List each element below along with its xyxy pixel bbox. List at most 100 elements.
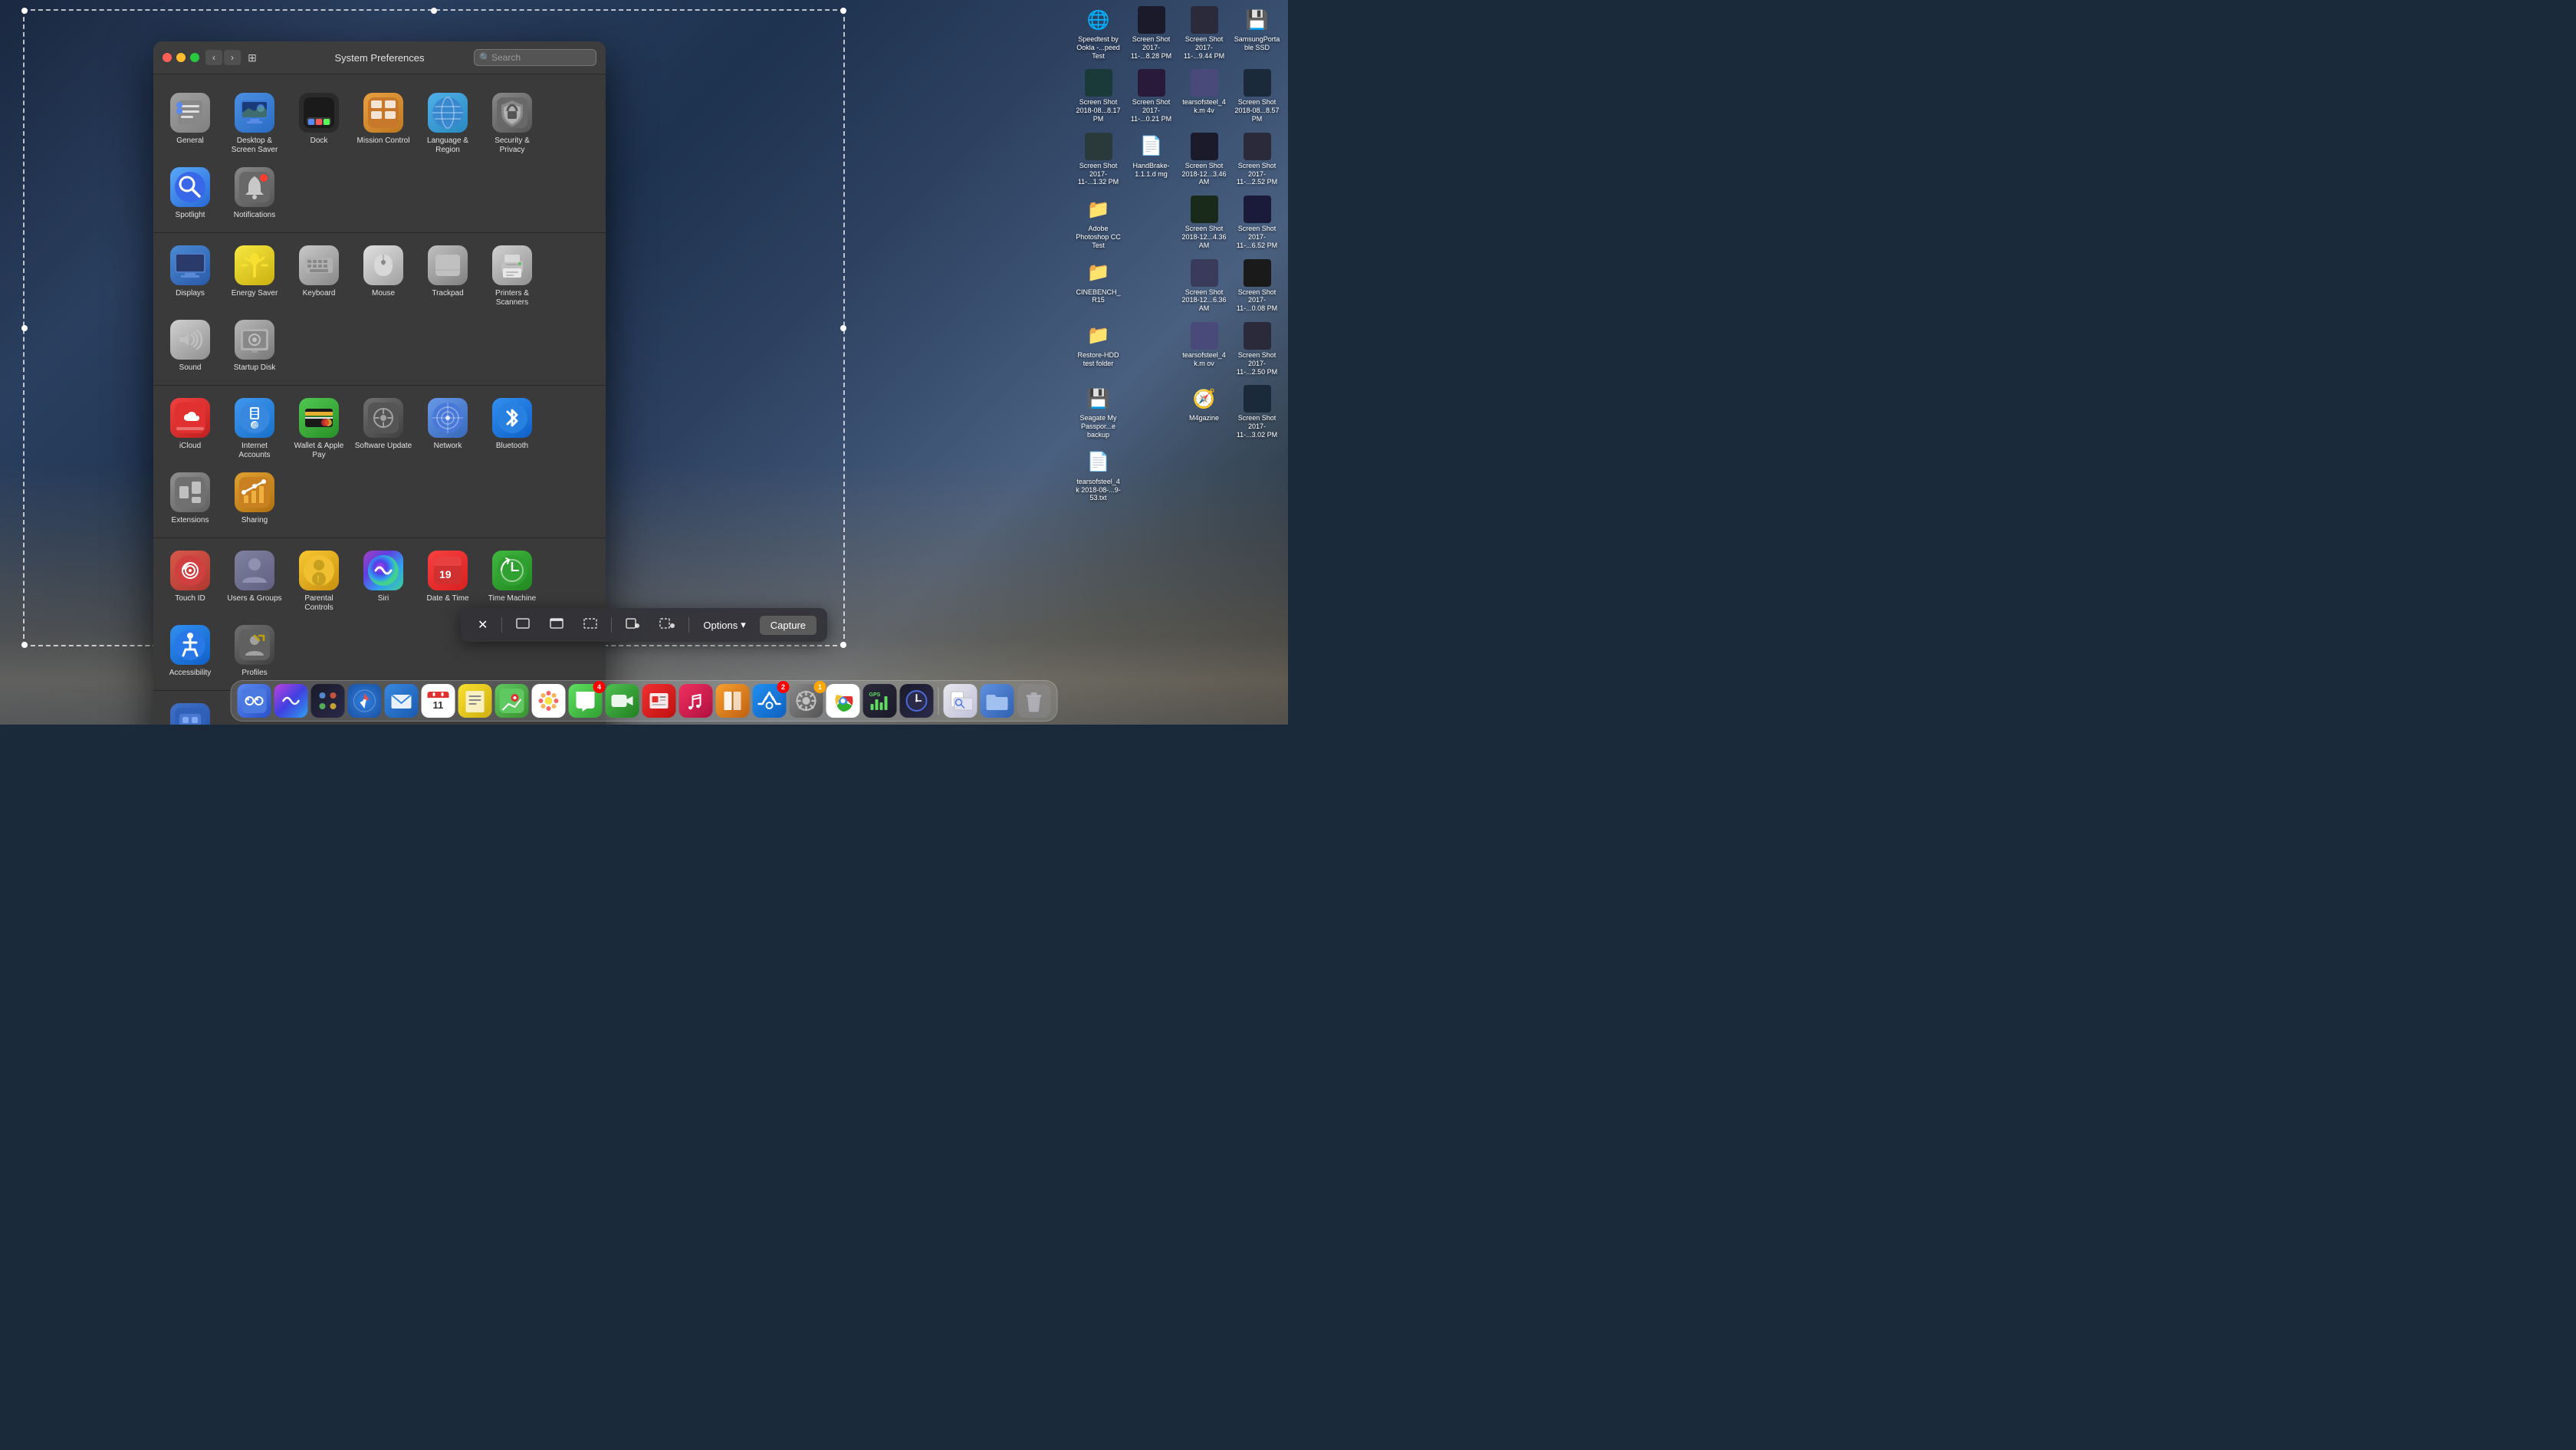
capture-screen-record-button[interactable]	[619, 615, 646, 636]
dock-item-music[interactable]	[679, 684, 713, 718]
list-item[interactable]: 📄 HandBrake-1.1.1.d mg	[1126, 130, 1176, 189]
pref-profiles[interactable]: Profiles	[222, 619, 287, 684]
dock-item-clock[interactable]	[900, 684, 934, 718]
pref-energy[interactable]: Energy Saver	[222, 239, 287, 314]
list-item[interactable]: Screen Shot 2018-12...4.36 AM	[1179, 192, 1229, 252]
selection-handle-bl[interactable]	[21, 642, 28, 648]
pref-displays[interactable]: Displays	[158, 239, 222, 314]
list-item[interactable]: 📁 Restore-HDD test folder	[1073, 319, 1123, 379]
dock-item-notes[interactable]	[458, 684, 492, 718]
dock-item-finder[interactable]	[238, 684, 271, 718]
pref-keyboard[interactable]: Keyboard	[287, 239, 351, 314]
dock-item-facetime[interactable]	[606, 684, 639, 718]
pref-siri[interactable]: Siri	[351, 544, 416, 619]
dock-item-preview[interactable]	[944, 684, 978, 718]
pref-general[interactable]: General	[158, 87, 222, 161]
dock-item-mail[interactable]	[385, 684, 419, 718]
window-back-button[interactable]: ‹	[205, 50, 222, 65]
list-item[interactable]: Screen Shot 2018-08...8.57 PM	[1232, 66, 1282, 126]
list-item[interactable]: 🧭 M4gazine	[1179, 382, 1229, 442]
pref-software[interactable]: Software Update	[351, 392, 416, 466]
list-item[interactable]: 💾 SamsungPortable SSD	[1232, 3, 1282, 63]
list-item[interactable]: Screen Shot 2017-11-...2.50 PM	[1232, 319, 1282, 379]
list-item[interactable]: Screen Shot 2017-11-...8.28 PM	[1126, 3, 1176, 63]
list-item[interactable]: 📁 Adobe Photoshop CC Test	[1073, 192, 1123, 252]
dock-item-maps[interactable]	[495, 684, 529, 718]
pref-extensions[interactable]: Extensions	[158, 466, 222, 531]
pref-parental[interactable]: ! Parental Controls	[287, 544, 351, 619]
pref-wallet[interactable]: Wallet & Apple Pay	[287, 392, 351, 466]
list-item[interactable]: Screen Shot 2018-12...6.36 AM	[1179, 256, 1229, 316]
list-item[interactable]: Screen Shot 2017-11-...1.32 PM	[1073, 130, 1123, 189]
search-input[interactable]	[474, 49, 596, 66]
list-item[interactable]: Screen Shot 2017-11-...6.52 PM	[1232, 192, 1282, 252]
pref-mission[interactable]: Mission Control	[351, 87, 416, 161]
capture-selection-record-button[interactable]	[653, 615, 681, 636]
list-item[interactable]	[1126, 319, 1176, 379]
dock-item-istat[interactable]: GPS	[863, 684, 897, 718]
pref-network[interactable]: Network	[416, 392, 480, 466]
pref-users[interactable]: Users & Groups	[222, 544, 287, 619]
pref-desktop[interactable]: Desktop & Screen Saver	[222, 87, 287, 161]
list-item[interactable]: Screen Shot 2017-11-...2.52 PM	[1232, 130, 1282, 189]
pref-security[interactable]: Security & Privacy	[480, 87, 544, 161]
list-item[interactable]: Screen Shot 2017-11-...0.08 PM	[1232, 256, 1282, 316]
pref-touchid[interactable]: Touch ID	[158, 544, 222, 619]
pref-icloud[interactable]: iCloud	[158, 392, 222, 466]
pref-accessibility[interactable]: Accessibility	[158, 619, 222, 684]
capture-fullscreen-button[interactable]	[510, 615, 536, 636]
pref-ntfs[interactable]: NTFS for Mac	[158, 697, 222, 725]
dock-item-launchpad[interactable]	[311, 684, 345, 718]
dock-item-appstore[interactable]: 2	[753, 684, 787, 718]
list-item[interactable]: Screen Shot 2017-11-...0.21 PM	[1126, 66, 1176, 126]
pref-notifications[interactable]: Notifications	[222, 161, 287, 226]
pref-internet[interactable]: @ Internet Accounts	[222, 392, 287, 466]
list-item[interactable]: Screen Shot 2018-08...8.17 PM	[1073, 66, 1123, 126]
window-close-button[interactable]	[163, 53, 172, 62]
list-item[interactable]: tearsofsteel_4k.m 4v	[1179, 66, 1229, 126]
pref-language[interactable]: Language & Region	[416, 87, 480, 161]
dock-item-safari[interactable]	[348, 684, 382, 718]
list-item[interactable]: tearsofsteel_4k.m ov	[1179, 319, 1229, 379]
dock-item-folder[interactable]	[981, 684, 1014, 718]
window-minimize-button[interactable]	[176, 53, 186, 62]
list-item[interactable]: Screen Shot 2017-11-...9.44 PM	[1179, 3, 1229, 63]
capture-close-button[interactable]: ✕	[472, 614, 494, 636]
window-forward-button[interactable]: ›	[224, 50, 241, 65]
list-item[interactable]: 🌐 Speedtest by Ookla -...peed Test	[1073, 3, 1123, 63]
list-item[interactable]: 📁 CINEBENCH_R15	[1073, 256, 1123, 316]
selection-handle-tl[interactable]	[21, 8, 28, 14]
dock-item-books[interactable]	[716, 684, 750, 718]
dock-item-photos[interactable]	[532, 684, 566, 718]
capture-button[interactable]: Capture	[760, 616, 816, 635]
dock-item-news[interactable]	[642, 684, 676, 718]
capture-window-button[interactable]	[544, 615, 570, 636]
selection-handle-tm[interactable]	[431, 8, 437, 14]
dock-item-trash[interactable]	[1017, 684, 1051, 718]
list-item[interactable]: 📄 tearsofsteel_4k 2018-08-...9-53.txt	[1073, 446, 1123, 505]
dock-item-messages[interactable]: 4	[569, 684, 603, 718]
pref-spotlight[interactable]: Spotlight	[158, 161, 222, 226]
list-item[interactable]: Screen Shot 2017-11-...3.02 PM	[1232, 382, 1282, 442]
selection-handle-br[interactable]	[840, 642, 846, 648]
dock-item-sysprefs[interactable]: 1	[790, 684, 823, 718]
list-item[interactable]: 💾 Seagate My Passpor...e backup	[1073, 382, 1123, 442]
list-item[interactable]: Screen Shot 2018-12...3.46 AM	[1179, 130, 1229, 189]
pref-mouse[interactable]: Mouse	[351, 239, 416, 314]
dock-item-chrome[interactable]	[826, 684, 860, 718]
dock-item-siri[interactable]	[274, 684, 308, 718]
window-maximize-button[interactable]	[190, 53, 199, 62]
capture-selection-button[interactable]	[577, 615, 603, 636]
pref-sound[interactable]: Sound	[158, 314, 222, 379]
pref-trackpad[interactable]: Trackpad	[416, 239, 480, 314]
pref-bluetooth[interactable]: Bluetooth	[480, 392, 544, 466]
selection-handle-tr[interactable]	[840, 8, 846, 14]
list-item[interactable]	[1126, 256, 1176, 316]
dock-item-calendar[interactable]: 11	[422, 684, 455, 718]
list-item[interactable]	[1126, 192, 1176, 252]
pref-printers[interactable]: Printers & Scanners	[480, 239, 544, 314]
pref-sharing[interactable]: Sharing	[222, 466, 287, 531]
list-item[interactable]	[1126, 382, 1176, 442]
selection-handle-mr[interactable]	[840, 325, 846, 331]
options-button[interactable]: Options ▾	[697, 616, 751, 634]
